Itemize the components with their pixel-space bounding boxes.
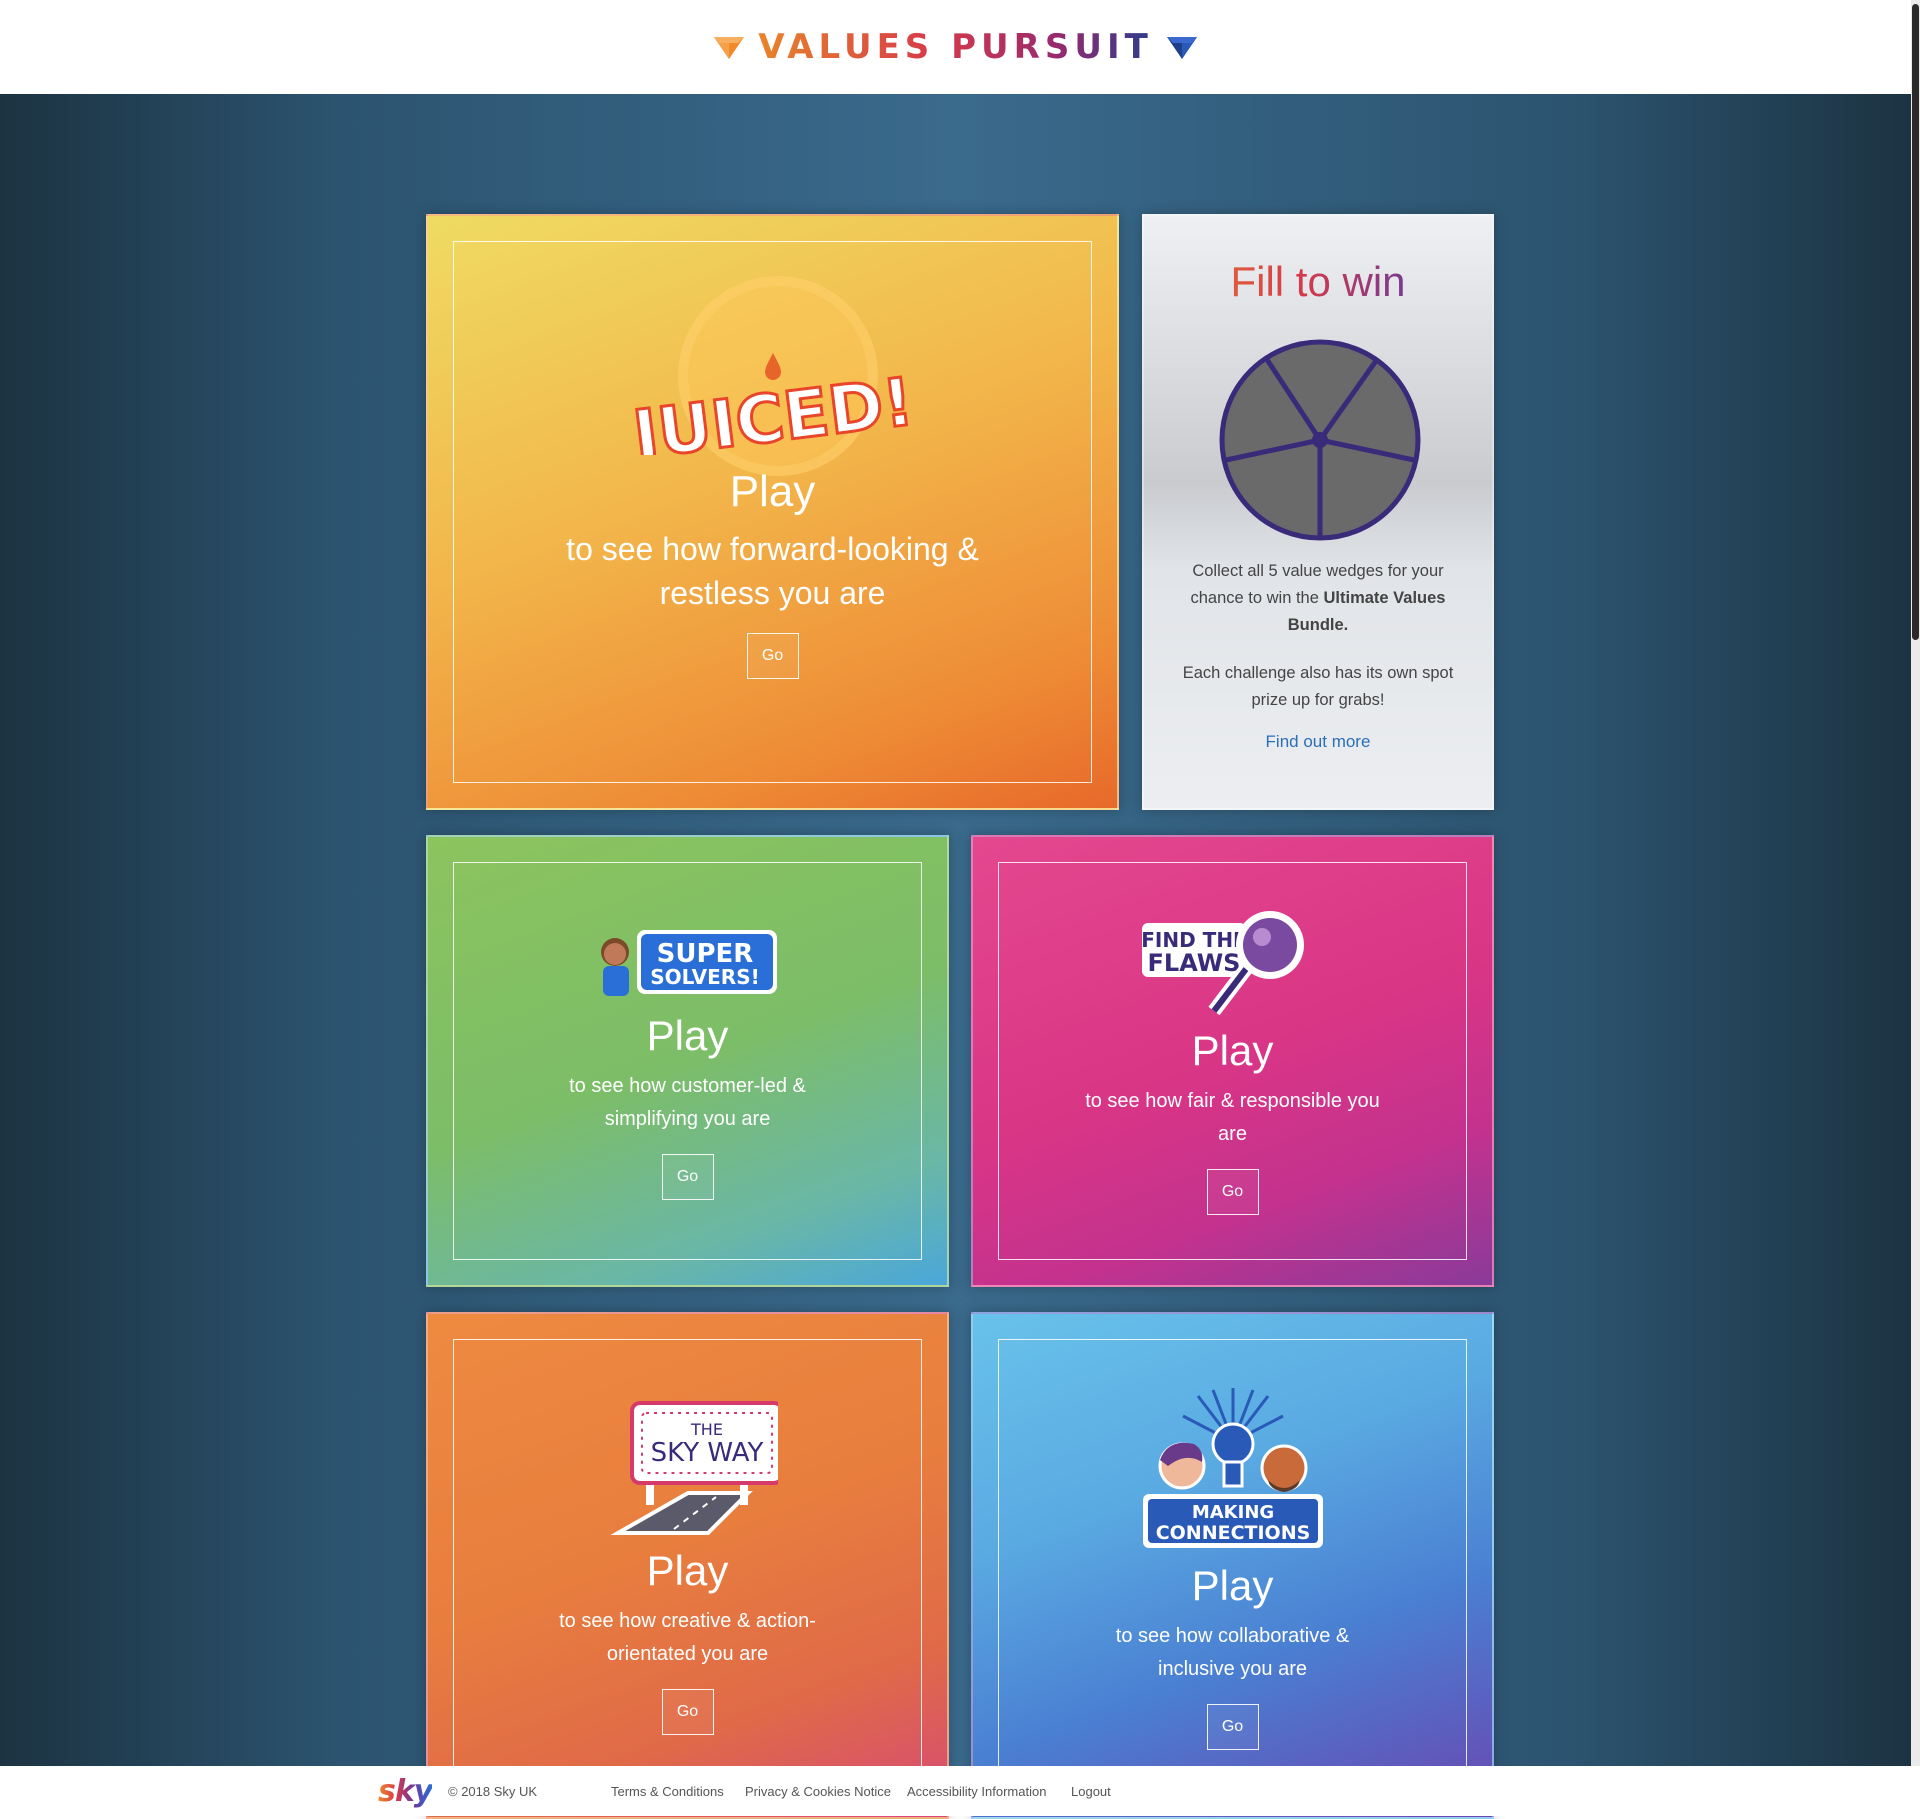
making-connections-card[interactable]: MAKING CONNECTIONS Play to see how colla…: [971, 1312, 1494, 1819]
play-label: Play: [1191, 1561, 1274, 1609]
making-connections-logo: MAKING CONNECTIONS: [1138, 1382, 1328, 1552]
main-content: JUICED! Play to see how forward-looking …: [0, 94, 1911, 1819]
super-solvers-logo-icon: SUPER SOLVERS!: [600, 930, 777, 996]
spot-prize-text: Each challenge also has its own spot pri…: [1182, 664, 1454, 709]
copyright-text: © 2018 Sky UK: [448, 1784, 538, 1799]
sky-logo[interactable]: sky: [378, 1774, 433, 1809]
svg-text:FLAWS: FLAWS: [1147, 949, 1240, 977]
card-frame: MAKING CONNECTIONS Play to see how colla…: [998, 1339, 1467, 1792]
making-connections-go-button[interactable]: Go: [1206, 1703, 1259, 1750]
play-label: Play: [646, 1546, 729, 1594]
find-the-flaws-logo: FIND THE FLAWS: [1138, 907, 1328, 1017]
juiced-go-button[interactable]: Go: [746, 633, 799, 679]
juiced-card[interactable]: JUICED! Play to see how forward-looking …: [426, 214, 1119, 810]
svg-text:SOLVERS!: SOLVERS!: [650, 965, 759, 989]
sky-way-logo: THE SKY WAY: [598, 1397, 778, 1537]
super-solvers-logo: SUPER SOLVERS!: [593, 922, 783, 1002]
super-solvers-description: to see how customer-led & simplifying yo…: [569, 1075, 806, 1130]
sky-way-description: to see how creative & action-orientated …: [559, 1609, 816, 1665]
juiced-logo: JUICED!: [623, 345, 923, 455]
juiced-description: to see how forward-looking & restless yo…: [566, 531, 979, 611]
svg-text:THE: THE: [690, 1420, 723, 1439]
logout-link[interactable]: Logout: [1071, 1784, 1111, 1799]
find-the-flaws-card[interactable]: FIND THE FLAWS Play to see how fair & re…: [971, 835, 1494, 1287]
blue-gem-icon: [1166, 37, 1197, 59]
find-the-flaws-go-button[interactable]: Go: [1206, 1169, 1259, 1215]
juiced-logo-icon: JUICED!: [623, 353, 919, 455]
play-label: Play: [729, 467, 816, 516]
find-the-flaws-description: to see how fair & responsible you are: [1085, 1090, 1380, 1145]
svg-text:MAKING: MAKING: [1191, 1502, 1273, 1523]
terms-link[interactable]: Terms & Conditions: [611, 1784, 724, 1799]
svg-text:CONNECTIONS: CONNECTIONS: [1155, 1522, 1310, 1544]
lightbulb-people-icon: MAKING CONNECTIONS: [1142, 1387, 1323, 1548]
super-solvers-card[interactable]: SUPER SOLVERS! Play to see how customer-…: [426, 835, 949, 1287]
play-label: Play: [1191, 1027, 1274, 1074]
card-frame: FIND THE FLAWS Play to see how fair & re…: [998, 862, 1467, 1260]
scrollbar-track[interactable]: [1911, 0, 1920, 1766]
privacy-link[interactable]: Privacy & Cookies Notice: [745, 1784, 891, 1799]
play-label: Play: [646, 1012, 729, 1059]
page-footer: sky © 2018 Sky UK Terms & Conditions Pri…: [0, 1766, 1920, 1816]
orange-gem-icon: [714, 37, 745, 59]
fill-to-win-description: Collect all 5 value wedges for your chan…: [1174, 558, 1462, 639]
app-logo-title: VALUES PURSUIT: [758, 27, 1153, 67]
road-sign-icon: THE SKY WAY: [609, 1400, 778, 1535]
find-out-more-link[interactable]: Find out more: [1144, 732, 1492, 752]
super-solvers-go-button[interactable]: Go: [661, 1154, 714, 1200]
sky-way-card[interactable]: THE SKY WAY Play to see how creative & a…: [426, 1312, 949, 1819]
value-wedges-wheel: [1219, 339, 1421, 541]
sky-way-go-button[interactable]: Go: [661, 1688, 714, 1735]
accessibility-link[interactable]: Accessibility Information: [907, 1784, 1046, 1799]
fill-to-win-title: Fill to win: [1144, 258, 1492, 306]
svg-text:SKY WAY: SKY WAY: [650, 1438, 763, 1468]
card-frame: JUICED! Play to see how forward-looking …: [453, 241, 1092, 783]
fill-to-win-card: Fill to win Collect all 5 value wedges f…: [1142, 214, 1494, 810]
page-header: VALUES PURSUIT: [0, 0, 1911, 94]
making-connections-description: to see how collaborative & inclusive you…: [1115, 1624, 1350, 1680]
card-frame: SUPER SOLVERS! Play to see how customer-…: [453, 862, 922, 1260]
magnifying-glass-icon: FIND THE FLAWS: [1141, 911, 1304, 1016]
card-frame: THE SKY WAY Play to see how creative & a…: [453, 1339, 922, 1792]
scrollbar-thumb[interactable]: [1912, 4, 1919, 640]
